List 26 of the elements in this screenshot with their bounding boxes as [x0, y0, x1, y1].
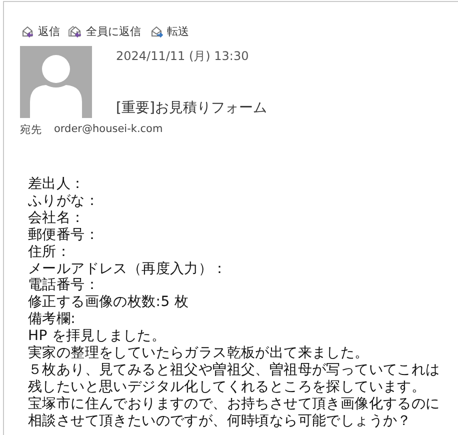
message-subject: [重要]お見積りフォーム	[116, 99, 267, 117]
body-text-line: ５枚あり、見てみると祖父や曽祖父、曽祖母が写っていてこれは	[28, 362, 441, 379]
recipient-address: order@housei-k.com	[54, 123, 163, 137]
reply-icon	[20, 25, 35, 38]
body-text-line: 相談させて頂きたいのですが、何時頃なら可能でしょうか？	[28, 412, 412, 430]
body-text-line: 電話番号：	[28, 277, 100, 294]
reply-button[interactable]: 返信	[20, 24, 60, 39]
body-text-line: ふりがな：	[28, 192, 100, 210]
body-text-line: 会社名：	[28, 210, 86, 227]
reply-icon	[68, 25, 83, 38]
recipient-label: 宛先	[20, 123, 42, 137]
body-text-line: HP を拝見しました。	[28, 328, 167, 345]
message-date: 2024/11/11 (月) 13:30	[116, 48, 250, 65]
body-text-line: 差出人：	[28, 176, 86, 193]
body-text-line: メールアドレス（再度入力）：	[28, 260, 228, 278]
body-text-line: 残したいと思いデジタル化してくれるところを探しています。	[28, 378, 427, 396]
body-text-line: 備考欄:	[28, 311, 77, 328]
reply-all-button[interactable]: 全員に返信	[68, 24, 141, 39]
body-text-line: 修正する画像の枚数:5 枚	[28, 294, 190, 312]
body-text-line: 郵便番号：	[28, 226, 100, 244]
forward-icon	[149, 25, 164, 38]
avatar-icon	[20, 46, 92, 118]
body-text-line: 住所：	[28, 244, 72, 261]
forward-button[interactable]: 転送	[149, 24, 189, 39]
body-text-line: 宝塚市に住んでおりますので、お持ちさせて頂き画像化するのに	[28, 396, 441, 413]
body-text-line: 実家の整理をしていたらガラス乾板が出て来ました。	[28, 345, 370, 362]
